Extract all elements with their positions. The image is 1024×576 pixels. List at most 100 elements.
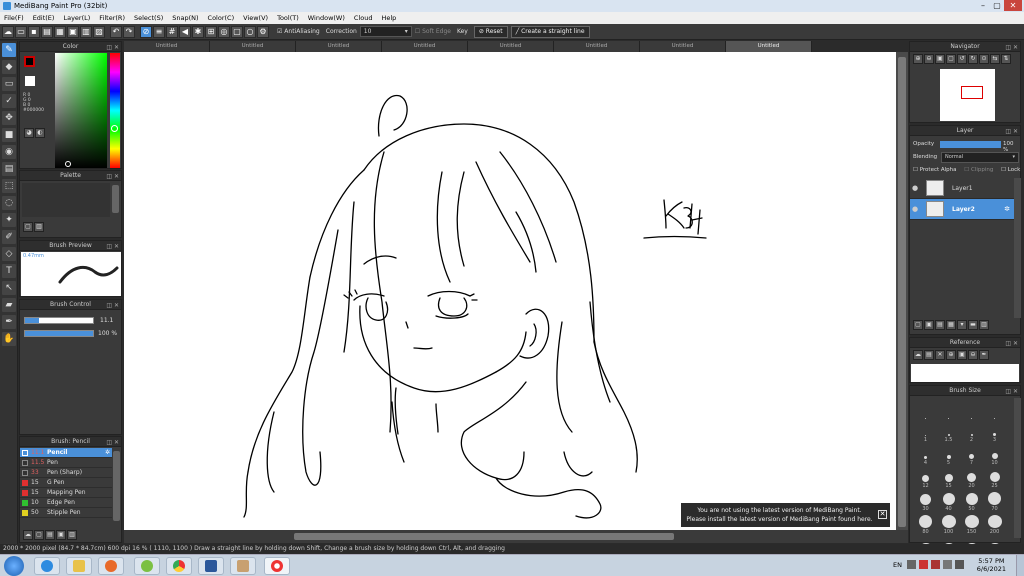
volume-icon[interactable] xyxy=(955,560,964,569)
brush-size-cell[interactable]: 70 xyxy=(983,492,1006,512)
delete-palette-icon[interactable]: ▥ xyxy=(34,222,44,232)
redo-icon[interactable]: ↷ xyxy=(123,25,135,38)
delete-brush-icon[interactable]: ▥ xyxy=(67,530,77,540)
reference-eyedrop-icon[interactable]: ✒ xyxy=(979,350,989,360)
actual-size-icon[interactable]: ▢ xyxy=(946,54,956,64)
taskbar-paint[interactable] xyxy=(230,557,256,575)
tab-untitled-2[interactable]: Untitled xyxy=(210,41,296,52)
update-notice[interactable]: You are not using the latest version of … xyxy=(681,503,890,527)
menu-cloud[interactable]: Cloud xyxy=(354,14,373,22)
brush-size-cell[interactable]: 5 xyxy=(937,446,960,466)
antialias-checkbox[interactable]: ☑ AntiAliasing xyxy=(277,28,320,35)
brush-item-pencil[interactable]: 11.1 Pencil ✲ xyxy=(20,448,112,458)
panel-menu-icon[interactable]: ◫ ✕ xyxy=(106,301,119,311)
export-icon[interactable]: ▣ xyxy=(67,25,79,38)
open-reference-icon[interactable]: ▤ xyxy=(924,350,934,360)
brush-size-cell[interactable]: 40 xyxy=(937,492,960,512)
brush-size-cell[interactable]: 4 xyxy=(914,446,937,466)
brush-size-cell[interactable]: 20 xyxy=(960,469,983,489)
text-tool-icon[interactable]: T xyxy=(2,264,16,278)
brush-size-cell[interactable] xyxy=(960,400,983,420)
brush-size-cell[interactable]: 80 xyxy=(914,515,937,535)
brush-size-cell[interactable]: 7 xyxy=(960,446,983,466)
taskbar-media[interactable] xyxy=(98,557,124,575)
network-icon[interactable] xyxy=(943,560,952,569)
brush-size-cell[interactable]: 50 xyxy=(960,492,983,512)
reference-view[interactable] xyxy=(911,364,1019,382)
reference-fit-icon[interactable]: ▣ xyxy=(957,350,967,360)
reference-zoom-in-icon[interactable]: ⊕ xyxy=(946,350,956,360)
menu-edit[interactable]: Edit(E) xyxy=(33,14,55,22)
tab-untitled-3[interactable]: Untitled xyxy=(296,41,382,52)
fit-icon[interactable]: ▣ xyxy=(935,54,945,64)
select-pen-tool-icon[interactable]: ✐ xyxy=(2,230,16,244)
layer-scrollbar[interactable] xyxy=(1014,178,1021,318)
hand-tool-icon[interactable]: ✋ xyxy=(2,332,16,346)
panel-menu-icon[interactable]: ◫ ✕ xyxy=(1005,127,1018,137)
fill-rect-tool-icon[interactable]: ■ xyxy=(2,128,16,142)
snap-radial-icon[interactable]: ✱ xyxy=(192,25,204,38)
brush-size-scrollbar[interactable] xyxy=(1014,398,1021,538)
snap-vanish-icon[interactable]: ◀ xyxy=(179,25,191,38)
rect-tool-icon[interactable]: ▭ xyxy=(2,77,16,91)
soft-edge-checkbox[interactable]: ☐ Soft Edge xyxy=(415,28,451,35)
notice-close-icon[interactable]: ✕ xyxy=(878,510,887,519)
dot-tool-icon[interactable]: ✓ xyxy=(2,94,16,108)
add-palette-icon[interactable]: ▢ xyxy=(23,222,33,232)
snap-grid-icon[interactable]: ⊞ xyxy=(205,25,217,38)
brush-size-cell[interactable]: 1.5 xyxy=(937,423,960,443)
tab-untitled-active[interactable]: Untitled xyxy=(726,41,812,52)
merge-down-icon[interactable]: ▾ xyxy=(957,320,967,330)
brush-size-cell[interactable]: 10 xyxy=(983,446,1006,466)
snap-square-icon[interactable]: ▢ xyxy=(231,25,243,38)
brush-tool-icon[interactable]: ✎ xyxy=(2,43,16,57)
blending-select[interactable]: Normal ▾ xyxy=(941,152,1019,163)
menu-window[interactable]: Window(W) xyxy=(308,14,345,22)
brush-item-pen-sharp[interactable]: 33 Pen (Sharp) xyxy=(20,468,112,478)
layer-row-layer1[interactable]: ● Layer1 xyxy=(910,178,1014,199)
panel-menu-icon[interactable]: ◫ ✕ xyxy=(106,438,119,448)
brush-size-cell[interactable]: 200 xyxy=(983,515,1006,535)
protect-alpha-checkbox[interactable]: ☐ Protect Alpha xyxy=(913,167,957,173)
tray-antivirus-icon[interactable] xyxy=(919,560,928,569)
layer-row-layer2[interactable]: ● Layer2 ✲ xyxy=(910,199,1014,220)
gradient-tool-icon[interactable]: ▤ xyxy=(2,162,16,176)
operation-tool-icon[interactable]: ↖ xyxy=(2,281,16,295)
zoom-out-icon[interactable]: ⊖ xyxy=(924,54,934,64)
flip-icon[interactable]: ⇆ xyxy=(990,54,1000,64)
brush-list-scrollbar[interactable] xyxy=(113,451,120,521)
brush-opacity-slider[interactable] xyxy=(24,330,94,337)
maximize-button[interactable]: ▢ xyxy=(990,0,1004,11)
eyedropper-tool-icon[interactable]: ✒ xyxy=(2,315,16,329)
zoom-in-icon[interactable]: ⊕ xyxy=(913,54,923,64)
close-button[interactable]: ✕ xyxy=(1004,0,1022,11)
saturation-value-picker[interactable] xyxy=(55,53,107,168)
palette-icon[interactable]: ◕ xyxy=(24,128,34,138)
grid-icon[interactable]: ▥ xyxy=(80,25,92,38)
panel-menu-icon[interactable]: ◫ ✕ xyxy=(1005,387,1018,397)
lasso-tool-icon[interactable]: ◌ xyxy=(2,196,16,210)
reference-zoom-out-icon[interactable]: ⊖ xyxy=(968,350,978,360)
start-button[interactable] xyxy=(4,556,24,576)
tab-untitled-6[interactable]: Untitled xyxy=(554,41,640,52)
brush-item-mapping-pen[interactable]: 15 Mapping Pen xyxy=(20,488,112,498)
brush-size-cell[interactable]: 15 xyxy=(937,469,960,489)
select-tool-icon[interactable]: ⬚ xyxy=(2,179,16,193)
menu-filter[interactable]: Filter(R) xyxy=(99,14,125,22)
cloud-icon[interactable]: ☁ xyxy=(2,25,14,38)
brush-size-cell[interactable]: 25 xyxy=(983,469,1006,489)
divide-tool-icon[interactable]: ▰ xyxy=(2,298,16,312)
taskbar-explorer[interactable] xyxy=(66,557,92,575)
tab-untitled-1[interactable]: Untitled xyxy=(124,41,210,52)
lock-checkbox[interactable]: ☐ Lock xyxy=(1001,167,1020,173)
palette-scrollbar[interactable] xyxy=(112,185,119,213)
brush-settings-icon[interactable]: ✲ xyxy=(105,449,110,456)
tab-untitled-7[interactable]: Untitled xyxy=(640,41,726,52)
transparent-swatch[interactable] xyxy=(25,76,35,86)
eye-icon[interactable]: ● xyxy=(910,205,920,213)
minimize-button[interactable]: – xyxy=(976,0,990,11)
hue-slider[interactable] xyxy=(110,53,120,168)
eye-icon[interactable]: ● xyxy=(910,184,920,192)
taskbar-ie[interactable] xyxy=(34,557,60,575)
reset-button[interactable]: ⊘ Reset xyxy=(473,25,508,38)
